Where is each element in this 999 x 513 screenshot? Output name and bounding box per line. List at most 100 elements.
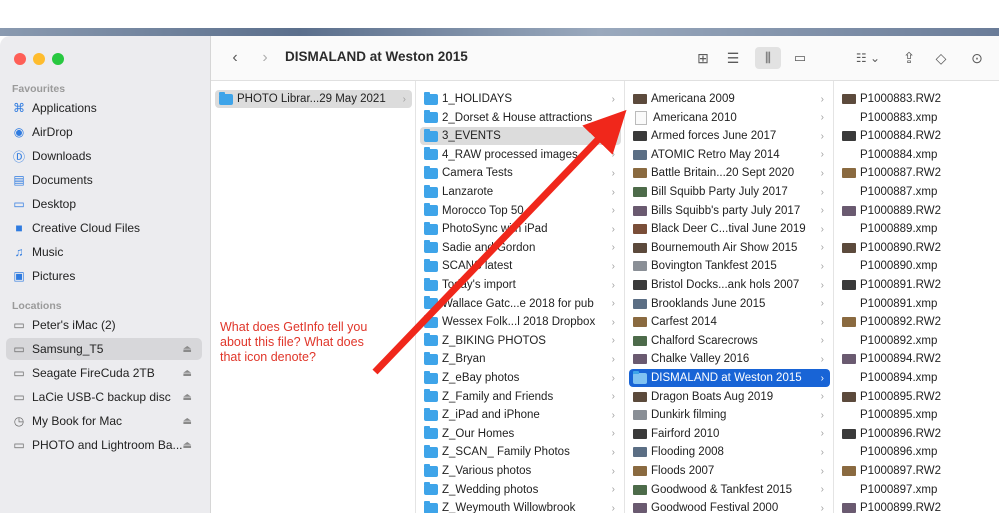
folder-row[interactable]: Americana 2010 ›	[629, 109, 830, 127]
folder-row[interactable]: Chalke Valley 2016 ›	[629, 350, 830, 368]
folder-row[interactable]: SCANS latest ›	[420, 257, 621, 275]
folder-row[interactable]: Americana 2009 ›	[629, 90, 830, 108]
file-row[interactable]: P1000892.xmp	[838, 332, 995, 350]
folder-row[interactable]: Floods 2007 ›	[629, 462, 830, 480]
folder-row[interactable]: Bristol Docks...ank hols 2007 ›	[629, 276, 830, 294]
list-view-button[interactable]: ☰	[723, 47, 743, 69]
folder-row[interactable]: Z_iPad and iPhone ›	[420, 406, 621, 424]
close-button[interactable]	[14, 53, 26, 65]
back-button[interactable]: ‹	[225, 47, 245, 69]
sidebar-item[interactable]: ▣ Pictures	[6, 265, 202, 287]
eject-icon[interactable]: ⏏	[183, 368, 192, 379]
folder-row[interactable]: 4_RAW processed images ›	[420, 146, 621, 164]
eject-icon[interactable]: ⏏	[183, 440, 192, 451]
folder-row[interactable]: Bovington Tankfest 2015 ›	[629, 257, 830, 275]
file-row[interactable]: P1000890.RW2	[838, 239, 995, 257]
folder-row[interactable]: PHOTO Librar...29 May 2021 ›	[215, 90, 412, 108]
folder-row[interactable]: Dunkirk filming ›	[629, 406, 830, 424]
folder-row[interactable]: Armed forces June 2017 ›	[629, 127, 830, 145]
sidebar-item[interactable]: ▭ Peter's iMac (2)	[6, 314, 202, 336]
folder-row[interactable]: Camera Tests ›	[420, 164, 621, 182]
file-row[interactable]: P1000889.xmp	[838, 220, 995, 238]
file-row[interactable]: P1000884.xmp	[838, 146, 995, 164]
sidebar-item[interactable]: ▭ Desktop	[6, 193, 202, 215]
folder-row[interactable]: ATOMIC Retro May 2014 ›	[629, 146, 830, 164]
eject-icon[interactable]: ⏏	[183, 392, 192, 403]
file-row[interactable]: P1000883.RW2	[838, 90, 995, 108]
file-row[interactable]: P1000883.xmp	[838, 109, 995, 127]
file-row[interactable]: P1000896.xmp	[838, 443, 995, 461]
folder-row[interactable]: Z_Weymouth Willowbrook ›	[420, 499, 621, 513]
file-row[interactable]: P1000897.RW2	[838, 462, 995, 480]
forward-button[interactable]: ›	[255, 47, 275, 69]
folder-row[interactable]: Bill Squibb Party July 2017 ›	[629, 183, 830, 201]
folder-row[interactable]: DISMALAND at Weston 2015 ›	[629, 369, 830, 387]
share-button[interactable]: ⇪	[899, 47, 919, 69]
folder-row[interactable]: Brooklands June 2015 ›	[629, 295, 830, 313]
folder-row[interactable]: Morocco Top 50 ›	[420, 202, 621, 220]
file-row[interactable]: P1000891.RW2	[838, 276, 995, 294]
file-row[interactable]: P1000899.RW2	[838, 499, 995, 513]
folder-row[interactable]: Z_eBay photos ›	[420, 369, 621, 387]
folder-row[interactable]: Z_Family and Friends ›	[420, 388, 621, 406]
file-row[interactable]: P1000895.RW2	[838, 388, 995, 406]
zoom-button[interactable]	[52, 53, 64, 65]
folder-row[interactable]: 1_HOLIDAYS ›	[420, 90, 621, 108]
folder-row[interactable]: Wallace Gatc...e 2018 for pub ›	[420, 295, 621, 313]
sidebar-item[interactable]: ▭ LaCie USB-C backup disc ⏏	[6, 386, 202, 408]
sidebar-item[interactable]: ▭ Samsung_T5 ⏏	[6, 338, 202, 360]
eject-icon[interactable]: ⏏	[183, 344, 192, 355]
folder-row[interactable]: Bills Squibb's party July 2017 ›	[629, 202, 830, 220]
eject-icon[interactable]: ⏏	[183, 416, 192, 427]
folder-row[interactable]: Carfest 2014 ›	[629, 313, 830, 331]
file-row[interactable]: P1000890.xmp	[838, 257, 995, 275]
file-row[interactable]: P1000887.xmp	[838, 183, 995, 201]
folder-row[interactable]: Wessex Folk...l 2018 Dropbox ›	[420, 313, 621, 331]
file-row[interactable]: P1000892.RW2	[838, 313, 995, 331]
file-row[interactable]: P1000887.RW2	[838, 164, 995, 182]
tag-button[interactable]: ◇	[931, 47, 951, 69]
sidebar-item[interactable]: ▭ Seagate FireCuda 2TB ⏏	[6, 362, 202, 384]
folder-row[interactable]: Z_Bryan ›	[420, 350, 621, 368]
sidebar-item[interactable]: ⌘ Applications	[6, 97, 202, 119]
file-row[interactable]: P1000894.RW2	[838, 350, 995, 368]
folder-row[interactable]: Dragon Boats Aug 2019 ›	[629, 388, 830, 406]
folder-row[interactable]: Fairford 2010 ›	[629, 425, 830, 443]
folder-row[interactable]: PhotoSync with iPad ›	[420, 220, 621, 238]
sidebar-item[interactable]: ■ Creative Cloud Files	[6, 217, 202, 239]
more-button[interactable]: ⊙	[965, 47, 989, 69]
file-row[interactable]: P1000895.xmp	[838, 406, 995, 424]
sidebar-item[interactable]: ▭ PHOTO and Lightroom Ba... ⏏	[6, 434, 202, 456]
folder-row[interactable]: 2_Dorset & House attractions ›	[420, 109, 621, 127]
file-row[interactable]: P1000889.RW2	[838, 202, 995, 220]
folder-row[interactable]: Chalford Scarecrows ›	[629, 332, 830, 350]
sidebar-item[interactable]: ◉ AirDrop	[6, 121, 202, 143]
sidebar-item[interactable]: ◷ My Book for Mac ⏏	[6, 410, 202, 432]
folder-row[interactable]: Sadie and Gordon ›	[420, 239, 621, 257]
file-row[interactable]: P1000884.RW2	[838, 127, 995, 145]
folder-row[interactable]: Z_Various photos ›	[420, 462, 621, 480]
folder-row[interactable]: Black Deer C...tival June 2019 ›	[629, 220, 830, 238]
folder-row[interactable]: 3_EVENTS ›	[420, 127, 621, 146]
minimize-button[interactable]	[33, 53, 45, 65]
folder-row[interactable]: Z_SCAN_ Family Photos ›	[420, 443, 621, 461]
folder-row[interactable]: Bournemouth Air Show 2015 ›	[629, 239, 830, 257]
file-row[interactable]: P1000896.RW2	[838, 425, 995, 443]
folder-row[interactable]: Z_Wedding photos ›	[420, 481, 621, 499]
folder-row[interactable]: Today's import ›	[420, 276, 621, 294]
folder-row[interactable]: Z_Our Homes ›	[420, 425, 621, 443]
folder-row[interactable]: Z_BIKING PHOTOS ›	[420, 332, 621, 350]
sidebar-item[interactable]: ▤ Documents	[6, 169, 202, 191]
folder-row[interactable]: Goodwood & Tankfest 2015 ›	[629, 481, 830, 499]
folder-row[interactable]: Goodwood Festival 2000 ›	[629, 499, 830, 513]
icon-view-button[interactable]: ⊞	[693, 47, 713, 69]
folder-row[interactable]: Lanzarote ›	[420, 183, 621, 201]
group-button[interactable]: ☷ ⌄	[853, 47, 883, 69]
gallery-view-button[interactable]: ▭	[789, 47, 811, 69]
folder-row[interactable]: Battle Britain...20 Sept 2020 ›	[629, 164, 830, 182]
sidebar-item[interactable]: Ⓓ Downloads	[6, 145, 202, 167]
sidebar-item[interactable]: ♫ Music	[6, 241, 202, 263]
file-row[interactable]: P1000897.xmp	[838, 481, 995, 499]
file-row[interactable]: P1000894.xmp	[838, 369, 995, 387]
folder-row[interactable]: Flooding 2008 ›	[629, 443, 830, 461]
